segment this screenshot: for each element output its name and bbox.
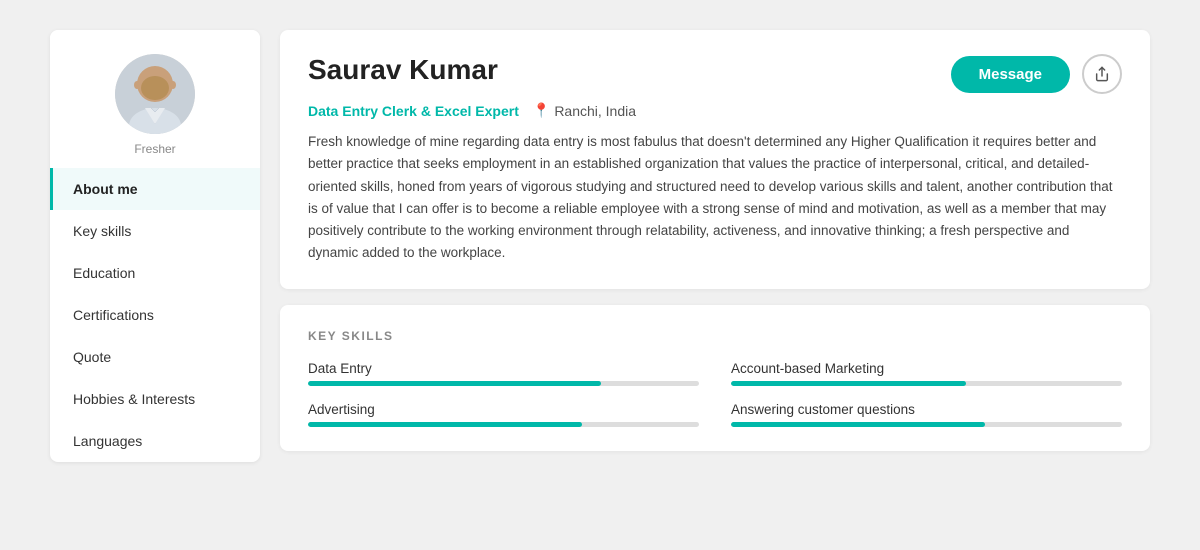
skill-bar-bg — [731, 422, 1122, 427]
skill-bar-fill — [731, 381, 966, 386]
sidebar-item-certifications[interactable]: Certifications — [50, 294, 260, 336]
share-button[interactable] — [1082, 54, 1122, 94]
skills-section: KEY SKILLS Data Entry Account-based Mark… — [280, 305, 1150, 451]
skill-bar-bg — [308, 381, 699, 386]
avatar — [115, 54, 195, 134]
skill-label: Answering customer questions — [731, 402, 1122, 417]
main-content: Saurav Kumar Message Data Entry Clerk & … — [280, 30, 1150, 462]
skill-item-data-entry: Data Entry — [308, 361, 699, 386]
sidebar: Fresher About me Key skills Education Ce… — [50, 30, 260, 462]
skill-label: Advertising — [308, 402, 699, 417]
sidebar-nav: About me Key skills Education Certificat… — [50, 168, 260, 462]
skill-label: Account-based Marketing — [731, 361, 1122, 376]
sidebar-item-languages[interactable]: Languages — [50, 420, 260, 462]
fresher-badge: Fresher — [134, 142, 175, 156]
sidebar-item-quote[interactable]: Quote — [50, 336, 260, 378]
avatar-section: Fresher — [50, 30, 260, 168]
sidebar-item-hobbies[interactable]: Hobbies & Interests — [50, 378, 260, 420]
profile-name: Saurav Kumar — [308, 54, 498, 86]
skill-bar-fill — [731, 422, 985, 427]
skill-bar-bg — [731, 381, 1122, 386]
skill-item-account-marketing: Account-based Marketing — [731, 361, 1122, 386]
skills-section-title: KEY SKILLS — [308, 329, 1122, 343]
profile-header: Saurav Kumar Message Data Entry Clerk & … — [280, 30, 1150, 289]
profile-role: Data Entry Clerk & Excel Expert — [308, 103, 519, 119]
skill-bar-fill — [308, 381, 601, 386]
sidebar-item-education[interactable]: Education — [50, 252, 260, 294]
profile-bio: Fresh knowledge of mine regarding data e… — [308, 131, 1122, 265]
skills-grid: Data Entry Account-based Marketing Adver… — [308, 361, 1122, 427]
profile-location: 📍 Ranchi, India — [533, 102, 636, 119]
sidebar-item-key-skills[interactable]: Key skills — [50, 210, 260, 252]
location-pin-icon: 📍 — [533, 102, 550, 119]
skill-bar-fill — [308, 422, 582, 427]
skill-bar-bg — [308, 422, 699, 427]
message-button[interactable]: Message — [951, 56, 1070, 93]
skill-label: Data Entry — [308, 361, 699, 376]
skill-item-advertising: Advertising — [308, 402, 699, 427]
profile-actions: Message — [951, 54, 1122, 94]
share-icon — [1094, 66, 1110, 82]
sidebar-item-about-me[interactable]: About me — [50, 168, 260, 210]
skill-item-answering: Answering customer questions — [731, 402, 1122, 427]
